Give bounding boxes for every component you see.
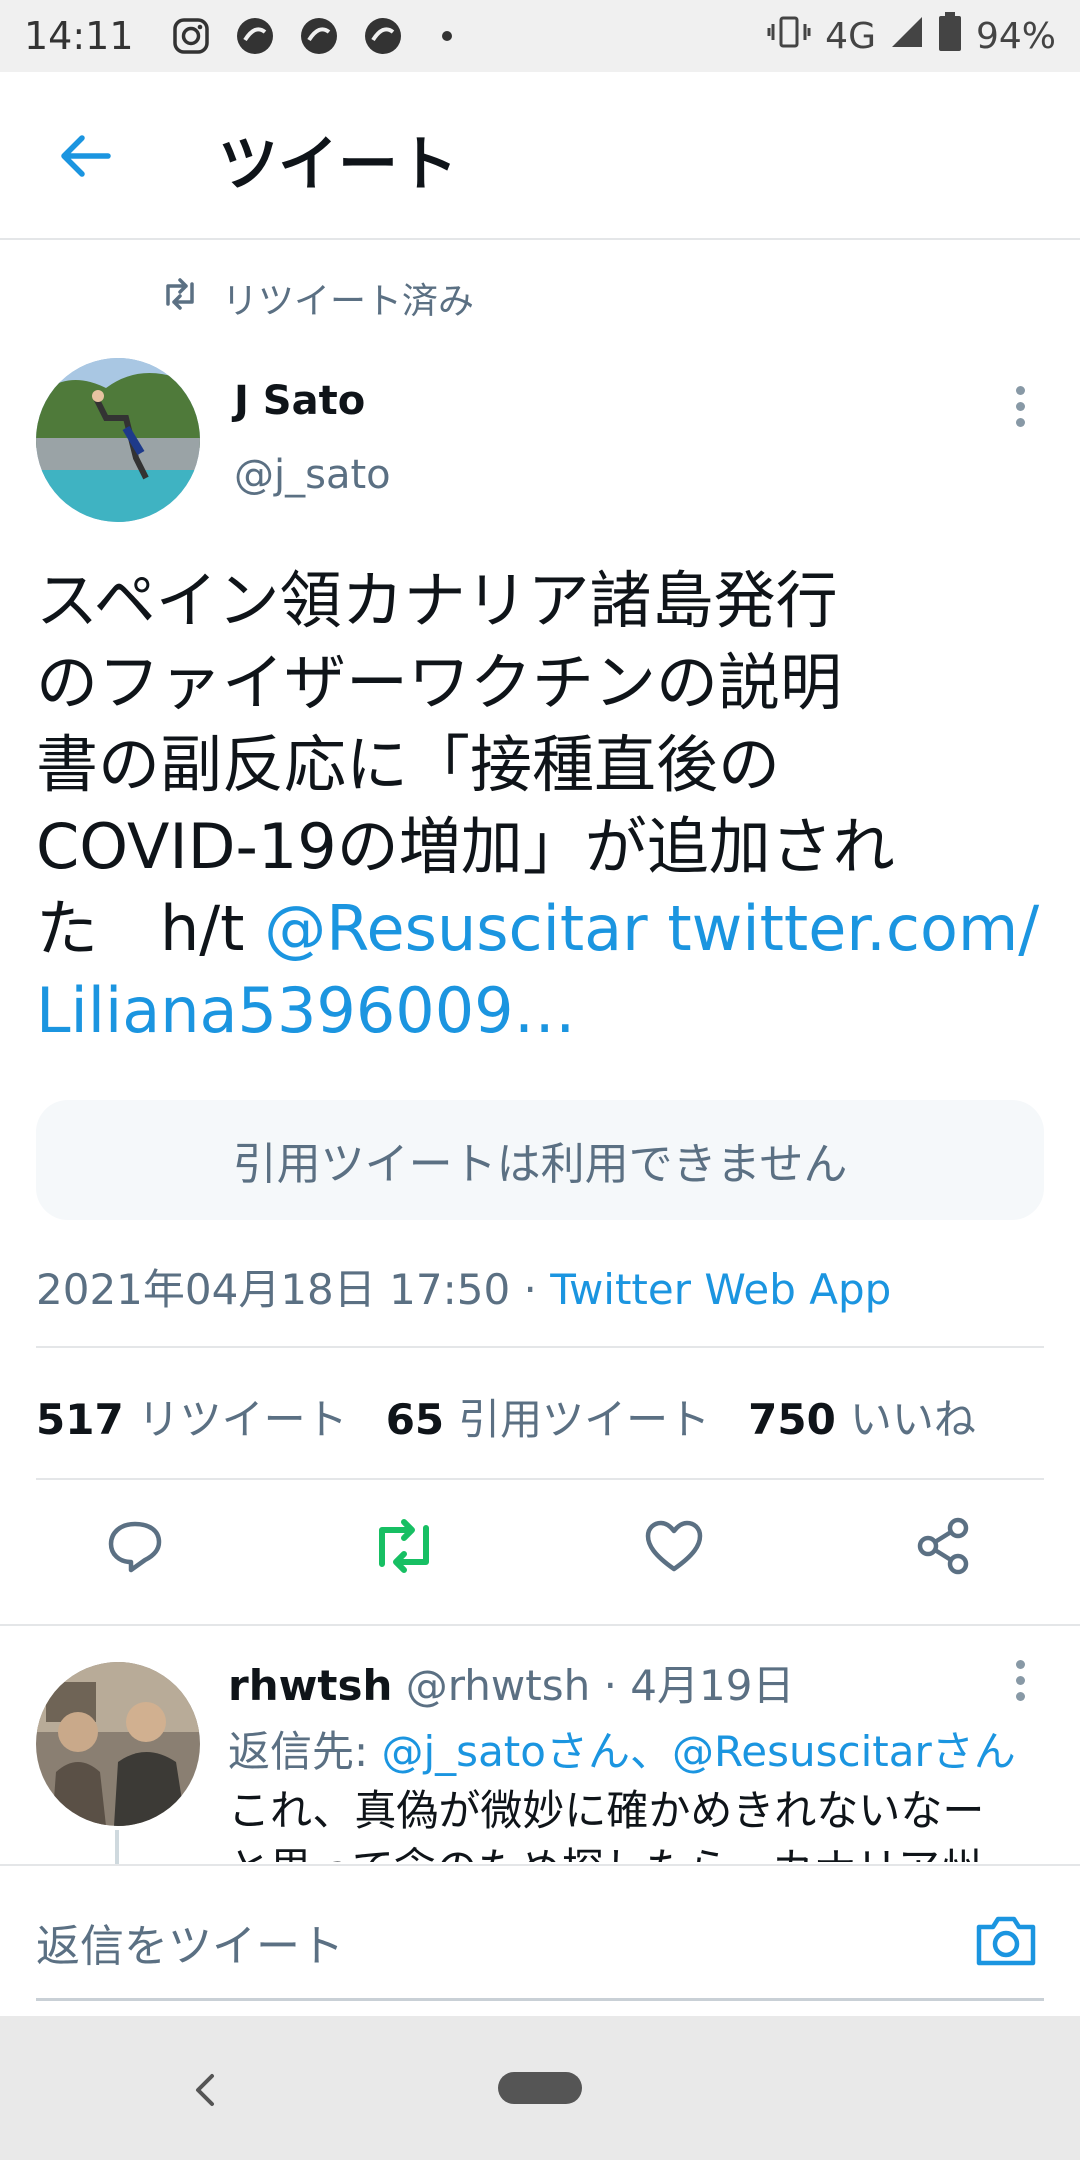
status-time: 14:11: [24, 14, 134, 58]
arrow-left-icon: [56, 132, 112, 184]
app-header: ツイート: [0, 72, 1080, 240]
reply-icon: [105, 1518, 165, 1578]
reply-text-line: これ、真偽が微妙に確かめきれないなー: [228, 1786, 985, 1835]
divider: [0, 1624, 1080, 1626]
reply-date[interactable]: 4月19日: [630, 1661, 794, 1710]
meta-separator: ·: [510, 1265, 551, 1314]
chevron-left-icon: [192, 2072, 216, 2112]
instagram-icon: [169, 14, 213, 58]
tweet-text-line: COVID-19の増加」が追加され: [36, 810, 895, 883]
quote-tweet-unavailable: 引用ツイートは利用できません: [36, 1100, 1044, 1220]
tweet-text-line: スペイン領カナリア諸島発行: [36, 564, 838, 637]
tweet-timestamp: 2021年04月18日 17:50: [36, 1265, 511, 1314]
mention-link[interactable]: @Resuscitar: [264, 892, 647, 965]
retweeted-indicator[interactable]: リツイート済み: [160, 272, 474, 324]
url-link-continued[interactable]: Liliana5396009…: [36, 970, 1046, 1052]
url-link[interactable]: twitter.com/: [667, 892, 1039, 965]
tweet-text-line: た h/t @Resuscitar twitter.com/: [36, 888, 1046, 970]
tweet-text-fragment: た h/t: [36, 892, 265, 965]
retweet-button[interactable]: [364, 1508, 444, 1588]
nav-home-button[interactable]: [498, 2072, 582, 2108]
camera-icon: [975, 1913, 1037, 1971]
author-avatar[interactable]: [36, 358, 200, 522]
reply-to-label: 返信先:: [228, 1727, 369, 1776]
quotes-label: 引用ツイート: [458, 1395, 711, 1444]
more-notifications-dot-icon: [425, 14, 469, 58]
tweet-actions: [0, 1508, 1080, 1598]
reply-author-name[interactable]: rhwtsh: [228, 1661, 392, 1710]
app-notification-icon: [361, 14, 405, 58]
more-vertical-icon: [1015, 1659, 1025, 1701]
like-button[interactable]: [634, 1508, 714, 1588]
retweets-stat[interactable]: 517 リツイート: [36, 1386, 348, 1447]
tweet-more-button[interactable]: [1000, 376, 1040, 436]
thread-line: [115, 1830, 119, 1866]
share-icon: [914, 1516, 974, 1580]
reply-to: 返信先: @j_satoさん、@Resuscitarさん: [228, 1718, 1016, 1779]
quotes-stat[interactable]: 65 引用ツイート: [386, 1386, 710, 1447]
author-name[interactable]: J Sato: [234, 378, 365, 424]
likes-label: いいね: [849, 1395, 976, 1444]
status-bar: 14:11 4G 94%: [0, 0, 1080, 72]
notification-icons: [169, 14, 469, 58]
more-vertical-icon: [1015, 385, 1025, 427]
input-underline: [36, 1998, 1044, 2001]
nav-back-button[interactable]: [184, 2072, 224, 2112]
reply-compose-bar: 返信をツイート: [0, 1864, 1080, 2014]
reply-text: これ、真偽が微妙に確かめきれないなー と思って念のため探したら、カナリア州: [228, 1782, 1048, 1862]
retweeted-label: リツイート済み: [222, 281, 475, 322]
author-handle[interactable]: @j_sato: [234, 452, 391, 498]
vibrate-icon: [767, 14, 811, 59]
reply-button[interactable]: [95, 1508, 175, 1588]
reply-to-users[interactable]: @j_satoさん、@Resuscitarさん: [382, 1727, 1016, 1776]
likes-count: 750: [748, 1395, 836, 1444]
signal-icon: [890, 15, 924, 58]
reply-input[interactable]: 返信をツイート: [36, 1910, 344, 1974]
reply-author-avatar[interactable]: [36, 1662, 200, 1826]
back-button[interactable]: [52, 126, 116, 190]
likes-stat[interactable]: 750 いいね: [748, 1386, 976, 1447]
tweet-meta: 2021年04月18日 17:50 · Twitter Web App: [36, 1256, 891, 1317]
battery-level: 94%: [975, 15, 1056, 57]
retweets-count: 517: [36, 1395, 124, 1444]
app-notification-icon: [233, 14, 277, 58]
battery-icon: [938, 11, 962, 61]
tweet-text: スペイン領カナリア諸島発行 のファイザーワクチンの説明 書の副反応に「接種直後の…: [36, 560, 1046, 1052]
retweets-label: リツイート: [137, 1395, 348, 1444]
tweet-text-line: 書の副反応に「接種直後の: [36, 728, 781, 801]
tweet-stats: 517 リツイート 65 引用ツイート 750 いいね: [36, 1386, 976, 1447]
tweet-source-link[interactable]: Twitter Web App: [550, 1265, 891, 1314]
reply-separator: ·: [590, 1661, 631, 1710]
quotes-count: 65: [385, 1395, 445, 1444]
heart-icon: [644, 1519, 704, 1577]
page-title: ツイート: [218, 130, 458, 200]
reply-author-handle[interactable]: @rhwtsh: [406, 1661, 590, 1710]
reply-more-button[interactable]: [1000, 1650, 1040, 1710]
divider: [36, 1346, 1044, 1348]
share-button[interactable]: [904, 1508, 984, 1588]
status-right: 4G 94%: [767, 11, 1056, 61]
tweet-text-line: のファイザーワクチンの説明: [36, 646, 843, 719]
reply-header: rhwtsh @rhwtsh · 4月19日: [228, 1652, 794, 1713]
retweet-icon: [370, 1518, 438, 1578]
divider: [36, 1478, 1044, 1480]
reply-text-line: と思って念のため探したら、カナリア州: [228, 1840, 1048, 1862]
camera-button[interactable]: [974, 1910, 1038, 1974]
network-type: 4G: [825, 15, 876, 57]
retweet-icon: [160, 277, 200, 319]
app-notification-icon: [297, 14, 341, 58]
